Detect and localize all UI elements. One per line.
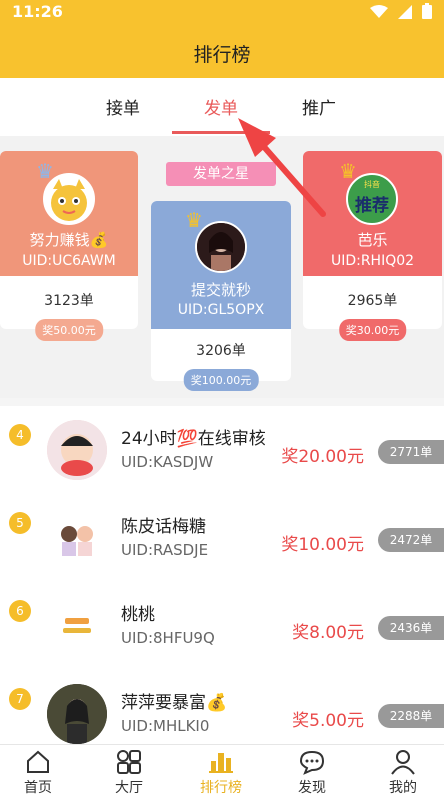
podium-order-count: 3206单 bbox=[196, 343, 246, 359]
avatar bbox=[47, 508, 107, 568]
podium-name: 提交就秒 bbox=[190, 281, 251, 299]
avatar bbox=[47, 596, 107, 656]
nav-home[interactable]: 首页 bbox=[8, 749, 68, 797]
podium-card-second[interactable]: ♛ 努力赚钱💰 UID:UC6AWM 3123单 奖50.00元 bbox=[0, 151, 138, 341]
tab-bar: 接单 发单 推广 bbox=[0, 78, 444, 136]
photo-avatar-icon bbox=[47, 684, 107, 744]
row-prize: 奖8.00元 bbox=[292, 623, 364, 643]
wifi-icon bbox=[370, 4, 388, 23]
prize-badge: 奖100.00元 bbox=[183, 369, 259, 391]
page-title: 排行榜 bbox=[193, 44, 251, 66]
status-bar: 11:26 bbox=[0, 0, 444, 24]
rank-badge: 5 bbox=[9, 512, 31, 534]
profile-icon bbox=[391, 750, 415, 775]
row-uid: UID:MHLKI0 bbox=[121, 717, 210, 735]
cartoon-boy-avatar-icon bbox=[47, 420, 107, 480]
avatar bbox=[47, 684, 107, 744]
bottom-navigation: 首页 大厅 排行榜 发现 我的 bbox=[0, 744, 444, 798]
list-item[interactable]: 4 24小时💯在线审核 UID:KASDJW 奖20.00元 2771单 bbox=[0, 406, 444, 494]
tab-receive-orders[interactable]: 接单 bbox=[83, 94, 163, 119]
avatar-caption: 抖音 bbox=[364, 180, 380, 189]
couple-avatar-icon bbox=[47, 508, 107, 568]
podium-uid: UID:GL5OPX bbox=[177, 302, 265, 318]
avatar: 抖音 推荐 bbox=[346, 173, 398, 225]
row-uid: UID:KASDJW bbox=[121, 453, 214, 471]
status-time: 11:26 bbox=[12, 2, 63, 21]
podium-card-third[interactable]: ♛ 抖音 推荐 芭乐 UID:RHIQ02 2965单 奖30.00元 bbox=[303, 151, 442, 341]
ranking-list: 4 24小时💯在线审核 UID:KASDJW 奖20.00元 2771单 5 陈… bbox=[0, 406, 444, 744]
podium-order-count: 2965单 bbox=[347, 293, 398, 309]
rank-badge: 4 bbox=[9, 424, 31, 446]
row-order-count: 2771单 bbox=[378, 440, 444, 464]
list-item[interactable]: 5 陈皮话梅糖 UID:RASDJE 奖10.00元 2472单 bbox=[0, 494, 444, 582]
nav-profile[interactable]: 我的 bbox=[373, 749, 433, 797]
chat-icon bbox=[299, 750, 325, 775]
list-item[interactable]: 6 桃桃 UID:8HFU9Q 奖8.00元 2436单 bbox=[0, 582, 444, 670]
cartoon-cat-avatar-icon bbox=[51, 179, 87, 221]
nav-discover[interactable]: 发现 bbox=[282, 749, 342, 797]
text-logo-avatar-icon bbox=[47, 596, 107, 656]
rank-badge: 6 bbox=[9, 600, 31, 622]
podium-order-count: 3123单 bbox=[44, 293, 94, 309]
podium-name: 芭乐 bbox=[357, 231, 388, 249]
row-name: 陈皮话梅糖 bbox=[121, 517, 206, 537]
nav-label: 大厅 bbox=[115, 780, 143, 796]
active-tab-indicator bbox=[172, 131, 270, 134]
nav-label: 排行榜 bbox=[200, 780, 242, 796]
battery-icon bbox=[422, 3, 432, 23]
avatar bbox=[43, 173, 95, 225]
avatar bbox=[47, 420, 107, 480]
star-banner: 发单之星 bbox=[166, 162, 276, 186]
tab-promotion[interactable]: 推广 bbox=[279, 94, 359, 119]
row-prize: 奖5.00元 bbox=[292, 711, 364, 731]
avatar-label: 推荐 bbox=[355, 196, 389, 216]
row-name: 萍萍要暴富💰 bbox=[121, 693, 228, 713]
podium-name: 努力赚钱💰 bbox=[29, 231, 109, 249]
gold-crown-icon: ♛ bbox=[185, 208, 203, 232]
row-uid: UID:RASDJE bbox=[121, 541, 209, 559]
status-icons bbox=[370, 3, 432, 23]
prize-badge: 奖50.00元 bbox=[35, 319, 103, 341]
avatar bbox=[195, 221, 247, 273]
signal-icon bbox=[398, 4, 412, 23]
row-name: 桃桃 bbox=[121, 605, 155, 625]
nav-hall[interactable]: 大厅 bbox=[99, 749, 159, 797]
grid-icon bbox=[117, 750, 141, 774]
tab-post-orders[interactable]: 发单 bbox=[181, 94, 261, 119]
nav-label: 首页 bbox=[24, 780, 52, 796]
row-order-count: 2472单 bbox=[378, 528, 444, 552]
prize-badge: 奖30.00元 bbox=[338, 319, 407, 341]
rank-badge: 7 bbox=[9, 688, 31, 710]
row-prize: 奖20.00元 bbox=[281, 447, 364, 467]
podium-uid: UID:UC6AWM bbox=[22, 253, 116, 269]
portrait-avatar-icon bbox=[197, 223, 245, 271]
podium-uid: UID:RHIQ02 bbox=[330, 253, 415, 269]
nav-ranking[interactable]: 排行榜 bbox=[191, 749, 251, 797]
app-bar: 排行榜 bbox=[0, 24, 444, 78]
row-name: 24小时💯在线审核 bbox=[121, 429, 266, 449]
row-uid: UID:8HFU9Q bbox=[121, 629, 215, 647]
nav-label: 我的 bbox=[389, 780, 417, 796]
home-icon bbox=[27, 750, 49, 773]
row-order-count: 2436单 bbox=[378, 616, 444, 640]
podium-card-first[interactable]: ♛ 提交就秒 UID:GL5OPX 3206单 奖100.00元 bbox=[151, 201, 291, 391]
nav-label: 发现 bbox=[298, 780, 326, 796]
ranking-icon bbox=[209, 753, 233, 773]
row-prize: 奖10.00元 bbox=[281, 535, 364, 555]
row-order-count: 2288单 bbox=[378, 704, 444, 728]
